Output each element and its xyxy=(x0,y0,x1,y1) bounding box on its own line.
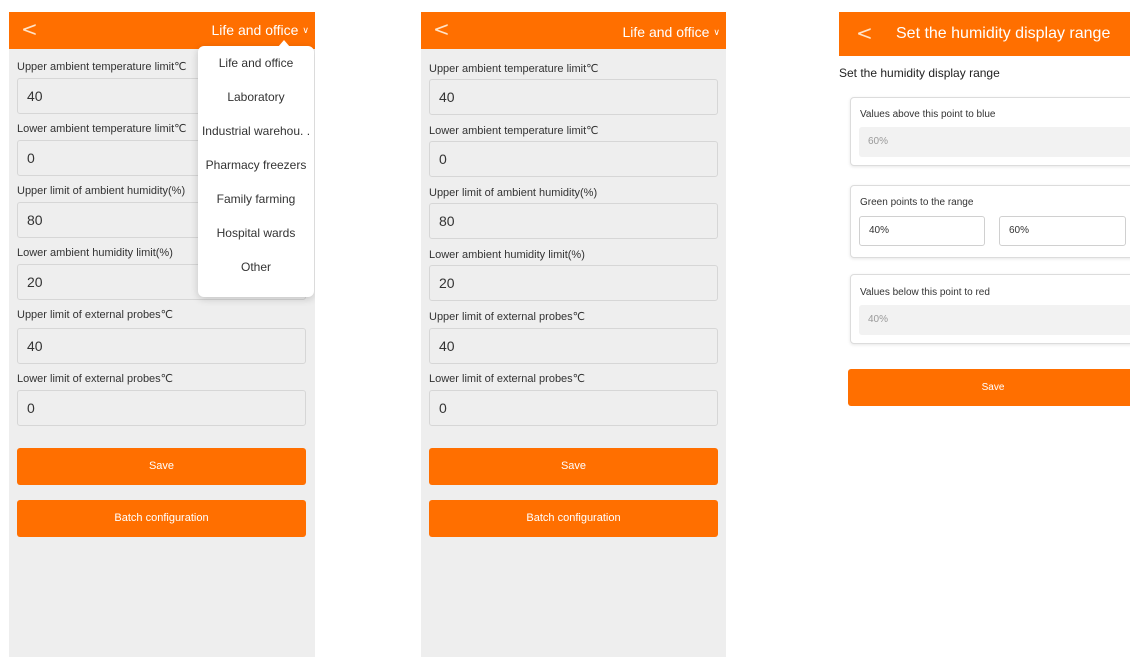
blue-threshold-card: Values above this point to blue xyxy=(850,97,1130,166)
back-chevron-icon[interactable]: < xyxy=(21,19,38,39)
dropdown-option-other[interactable]: Other xyxy=(198,250,314,284)
back-chevron-icon[interactable]: < xyxy=(433,19,450,39)
top-bar: < Life and office ∨ xyxy=(421,12,726,49)
lower-probe-input[interactable] xyxy=(429,390,718,426)
blue-threshold-label: Values above this point to blue xyxy=(860,109,996,120)
upper-humidity-input[interactable] xyxy=(429,203,718,239)
lower-probe-label: Lower limit of external probes℃ xyxy=(429,373,586,385)
lower-temp-label: Lower ambient temperature limit℃ xyxy=(429,125,599,137)
top-bar: < Life and office ∨ xyxy=(9,12,315,49)
scene-mode-dropdown: Life and office Laboratory Industrial wa… xyxy=(198,40,314,297)
scene-mode-selector[interactable]: Life and office ∨ xyxy=(622,23,720,41)
page-title: Set the humidity display range xyxy=(896,25,1111,42)
dropdown-option-life-office[interactable]: Life and office xyxy=(198,46,314,80)
dropdown-option-hospital-wards[interactable]: Hospital wards xyxy=(198,216,314,250)
batch-configuration-button[interactable]: Batch configuration xyxy=(17,500,306,537)
lower-humidity-label: Lower ambient humidity limit(%) xyxy=(17,247,173,259)
lower-temp-input[interactable] xyxy=(429,141,718,177)
chevron-down-icon: ∨ xyxy=(713,27,720,37)
scene-mode-label: Life and office xyxy=(622,24,710,40)
settings-screen: < Life and office ∨ Upper ambient tempera… xyxy=(421,12,726,657)
dropdown-option-pharmacy-freezers[interactable]: Pharmacy freezers xyxy=(198,148,314,182)
back-chevron-icon[interactable]: < xyxy=(856,23,873,43)
green-range-label: Green points to the range xyxy=(860,197,974,208)
lower-temp-label: Lower ambient temperature limit℃ xyxy=(17,123,187,135)
upper-temp-input[interactable] xyxy=(429,79,718,115)
top-bar: < Set the humidity display range xyxy=(839,12,1130,56)
blue-threshold-input[interactable] xyxy=(859,127,1130,157)
lower-probe-label: Lower limit of external probes℃ xyxy=(17,373,174,385)
chevron-down-icon: ∨ xyxy=(302,25,309,35)
settings-screen-with-dropdown: < Life and office ∨ Upper ambient tempera… xyxy=(9,12,315,657)
upper-temp-label: Upper ambient temperature limit℃ xyxy=(17,61,187,73)
save-button[interactable]: Save xyxy=(17,448,306,485)
upper-probe-label: Upper limit of external probes℃ xyxy=(429,311,586,323)
upper-humidity-label: Upper limit of ambient humidity(%) xyxy=(17,185,186,197)
scene-mode-selector[interactable]: Life and office ∨ xyxy=(211,21,309,39)
upper-probe-input[interactable] xyxy=(429,328,718,364)
upper-humidity-label: Upper limit of ambient humidity(%) xyxy=(429,187,598,199)
save-button[interactable]: Save xyxy=(848,369,1130,406)
save-button[interactable]: Save xyxy=(429,448,718,485)
scene-mode-label: Life and office xyxy=(211,22,299,38)
green-range-card: Green points to the range xyxy=(850,185,1130,258)
upper-probe-input[interactable] xyxy=(17,328,306,364)
dropdown-option-industrial-warehouse[interactable]: Industrial warehou. . xyxy=(198,114,314,148)
upper-temp-label: Upper ambient temperature limit℃ xyxy=(429,63,599,75)
lower-humidity-input[interactable] xyxy=(429,265,718,301)
lower-humidity-label: Lower ambient humidity limit(%) xyxy=(429,249,585,261)
red-threshold-input[interactable] xyxy=(859,305,1130,335)
batch-configuration-button[interactable]: Batch configuration xyxy=(429,500,718,537)
green-range-high-input[interactable] xyxy=(999,216,1126,246)
dropdown-option-laboratory[interactable]: Laboratory xyxy=(198,80,314,114)
upper-probe-label: Upper limit of external probes℃ xyxy=(17,309,174,321)
red-threshold-label: Values below this point to red xyxy=(860,287,990,298)
section-heading: Set the humidity display range xyxy=(839,66,1000,80)
lower-probe-input[interactable] xyxy=(17,390,306,426)
green-range-low-input[interactable] xyxy=(859,216,985,246)
dropdown-option-family-farming[interactable]: Family farming xyxy=(198,182,314,216)
humidity-range-screen: < Set the humidity display range Set the… xyxy=(839,12,1130,657)
red-threshold-card: Values below this point to red xyxy=(850,274,1130,344)
